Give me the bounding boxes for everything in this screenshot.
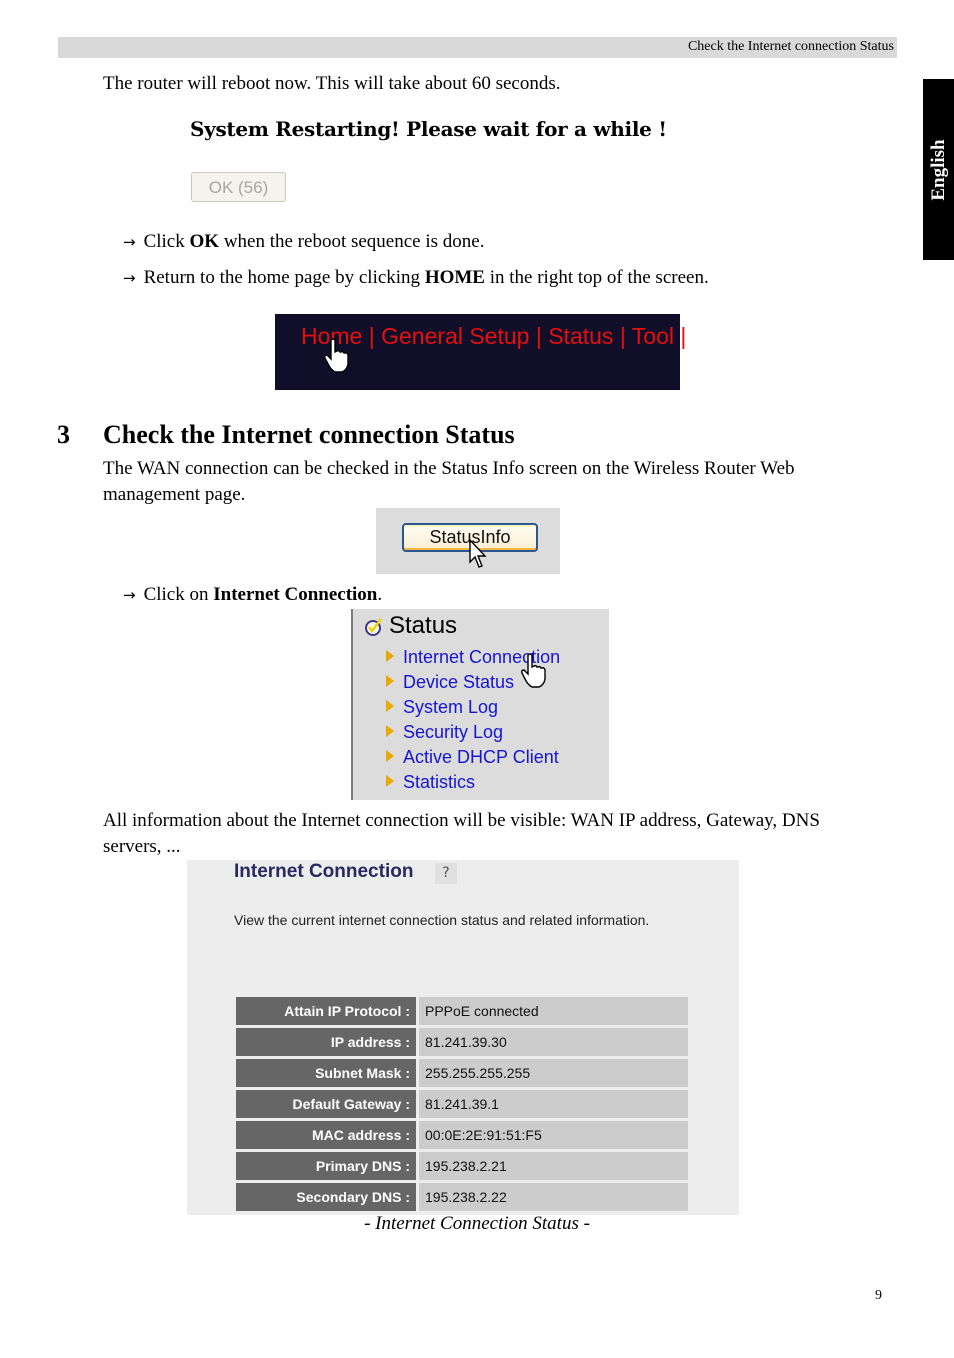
nav-general-setup[interactable]: General Setup: [381, 323, 529, 349]
table-row: MAC address :00:0E:2E:91:51:F5: [236, 1121, 688, 1149]
row-value: 81.241.39.30: [419, 1028, 688, 1056]
section-paragraph-line2: management page.: [103, 484, 246, 505]
restart-message: System Restarting! Please wait for a whi…: [190, 117, 667, 141]
table-row: Secondary DNS :195.238.2.22: [236, 1183, 688, 1211]
running-header: Check the Internet connection Status: [58, 37, 897, 58]
step-return-home: → Return to the home page by clicking HOM…: [123, 267, 709, 288]
status-menu-title: Status: [389, 612, 458, 639]
hand-pointer-cursor-icon: [324, 338, 349, 373]
arrow-pointer-cursor-icon: [469, 538, 487, 568]
row-value: 255.255.255.255: [419, 1059, 688, 1087]
section-title: Check the Internet connection Status: [103, 420, 515, 449]
step-click-ok: → Click OK when the reboot sequence is do…: [123, 231, 485, 252]
status-menu: Status Internet Connection Device Status…: [351, 609, 609, 800]
arrow-icon: →: [123, 269, 136, 287]
language-side-tab: English: [923, 79, 954, 260]
figure-caption: - Internet Connection Status -: [364, 1213, 590, 1234]
connection-info-table: Attain IP Protocol : PPPoE connected IP a…: [236, 994, 688, 1214]
menu-item-device-status[interactable]: Device Status: [386, 672, 514, 693]
info-paragraph-line2: servers, ...: [103, 836, 181, 857]
router-nav-bar: Home | General Setup | Status | Tool |: [275, 314, 686, 390]
row-value: 195.238.2.21: [419, 1152, 688, 1180]
page-number: 9: [875, 1288, 882, 1303]
row-value: PPPoE connected: [419, 997, 688, 1025]
nav-tool[interactable]: Tool: [632, 323, 674, 349]
row-value: 81.241.39.1: [419, 1090, 688, 1118]
internet-connection-description: View the current internet connection sta…: [234, 912, 650, 928]
statusinfo-panel: StatusInfo: [376, 508, 560, 574]
table-row: Default Gateway :81.241.39.1: [236, 1090, 688, 1118]
intro-paragraph: The router will reboot now. This will ta…: [103, 73, 561, 94]
menu-item-system-log[interactable]: System Log: [386, 697, 498, 718]
triangle-bullet-icon: [386, 750, 394, 762]
internet-connection-panel: Internet Connection ? View the current i…: [187, 860, 739, 1215]
hand-pointer-cursor-icon: [521, 653, 546, 688]
menu-item-statistics[interactable]: Statistics: [386, 772, 475, 793]
check-circle-icon: [365, 618, 382, 636]
row-label: Subnet Mask :: [236, 1059, 419, 1087]
triangle-bullet-icon: [386, 700, 394, 712]
menu-item-security-log[interactable]: Security Log: [386, 722, 503, 743]
row-label: IP address :: [236, 1028, 419, 1056]
table-row: IP address :81.241.39.30: [236, 1028, 688, 1056]
row-value: 195.238.2.22: [419, 1183, 688, 1211]
row-label: Default Gateway :: [236, 1090, 419, 1118]
step-click-internet-connection: → Click on Internet Connection.: [123, 584, 383, 605]
row-label: Attain IP Protocol :: [236, 997, 419, 1025]
language-label: English: [927, 138, 949, 201]
section-paragraph-line1: The WAN connection can be checked in the…: [103, 458, 795, 479]
help-icon[interactable]: ?: [435, 863, 457, 884]
table-row: Primary DNS :195.238.2.21: [236, 1152, 688, 1180]
row-value: 00:0E:2E:91:51:F5: [419, 1121, 688, 1149]
internet-connection-title: Internet Connection: [234, 861, 414, 882]
row-label: Secondary DNS :: [236, 1183, 419, 1211]
row-label: MAC address :: [236, 1121, 419, 1149]
triangle-bullet-icon: [386, 650, 394, 662]
triangle-bullet-icon: [386, 675, 394, 687]
row-label: Primary DNS :: [236, 1152, 419, 1180]
arrow-icon: →: [123, 233, 136, 251]
menu-item-active-dhcp-client[interactable]: Active DHCP Client: [386, 747, 559, 768]
section-number: 3: [57, 420, 70, 449]
nav-status[interactable]: Status: [548, 323, 613, 349]
triangle-bullet-icon: [386, 725, 394, 737]
arrow-icon: →: [123, 586, 136, 604]
table-row: Subnet Mask :255.255.255.255: [236, 1059, 688, 1087]
info-paragraph-line1: All information about the Internet conne…: [103, 810, 820, 831]
table-row: Attain IP Protocol : PPPoE connected: [236, 997, 688, 1025]
triangle-bullet-icon: [386, 775, 394, 787]
running-header-title: Check the Internet connection Status: [687, 39, 894, 54]
ok-countdown-button[interactable]: OK (56): [191, 172, 286, 202]
